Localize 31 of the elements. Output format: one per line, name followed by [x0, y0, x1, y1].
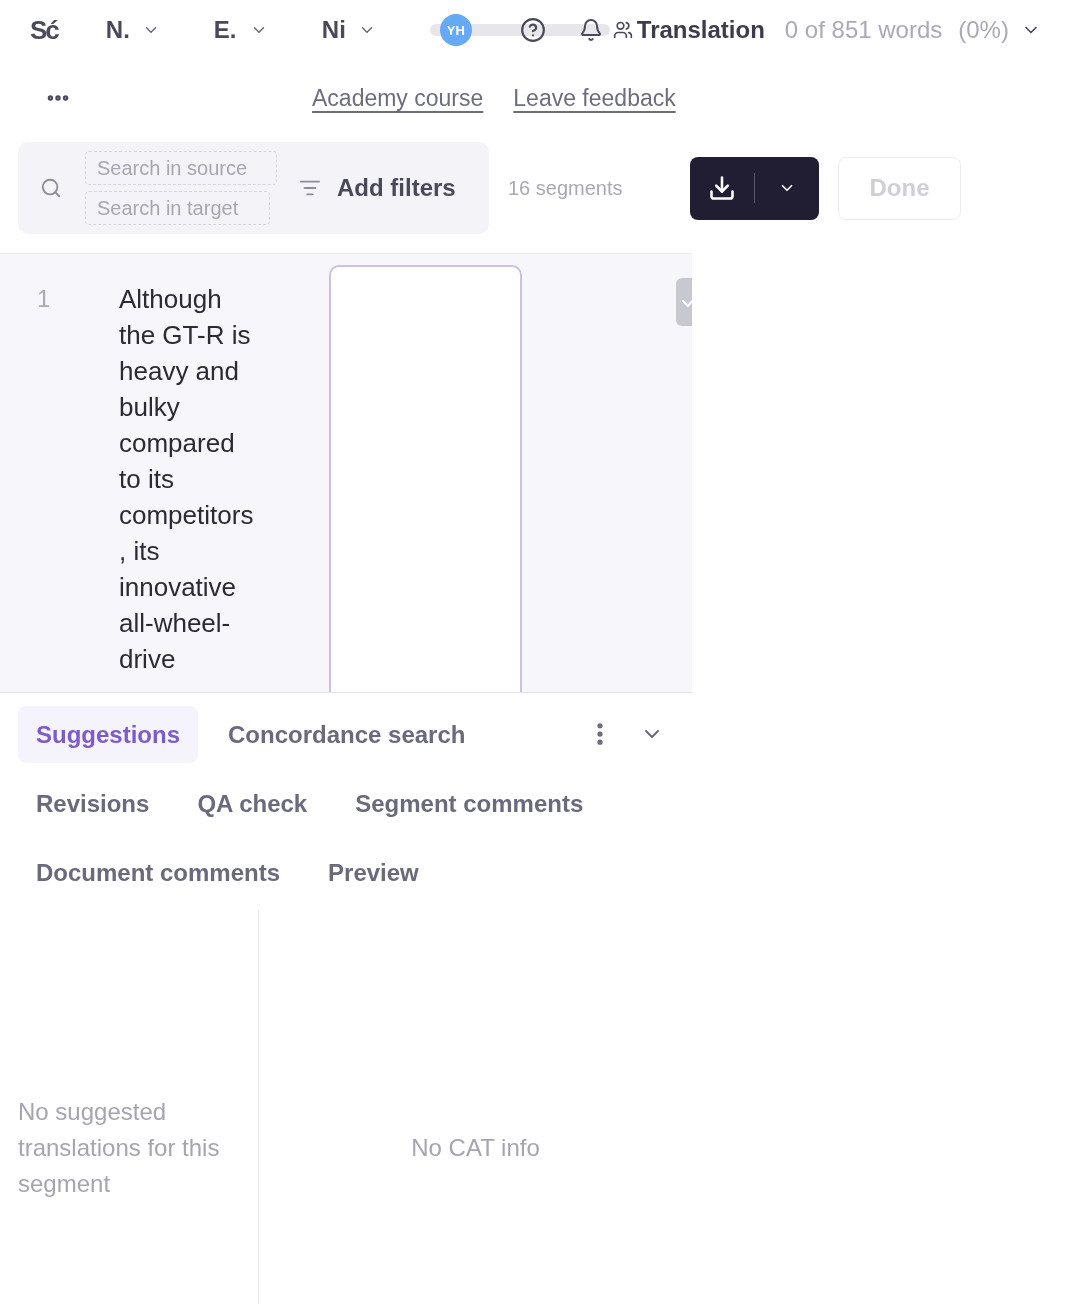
translation-input-field[interactable]	[329, 265, 522, 692]
panel-tab[interactable]: Preview	[310, 844, 437, 901]
bell-icon[interactable]	[578, 18, 603, 42]
panel-tab[interactable]: Segment comments	[337, 775, 602, 832]
panel-tab[interactable]: Suggestions	[18, 706, 198, 763]
dropdown-button[interactable]: N.	[105, 15, 160, 45]
people-icon[interactable]	[612, 20, 633, 40]
check-icon	[682, 297, 692, 307]
dropdown-button[interactable]: Ni	[321, 15, 376, 45]
dropdown-button[interactable]: E.	[213, 15, 268, 45]
panel-tab[interactable]: Document comments	[18, 844, 299, 901]
download-icon	[708, 174, 736, 202]
empty-suggestions-message: No suggested translations for this segment	[18, 1097, 221, 1199]
link[interactable]: Academy course	[312, 84, 484, 112]
link[interactable]: Leave feedback	[513, 84, 676, 112]
search-field[interactable]: Search in source	[85, 151, 277, 185]
percent-text: (0%)	[958, 15, 1009, 45]
panel-tab[interactable]: Revisions	[18, 775, 168, 832]
segment-number: 1	[37, 285, 51, 312]
logo[interactable]: Sć	[30, 15, 58, 45]
panel-tab[interactable]: QA check	[179, 775, 326, 832]
panel-tab[interactable]: Concordance search	[210, 706, 484, 763]
help-icon[interactable]	[519, 17, 546, 43]
stage-title: Translation	[636, 15, 765, 45]
empty-cat-info-message: No CAT info	[411, 1133, 540, 1163]
source-text: Although the GT-R is heavy and bulky compared to its competitors , its innovative all-wheel-drive	[119, 283, 255, 676]
word-count-text: 0 of 851 words	[784, 15, 943, 45]
search-field[interactable]: Search in target	[85, 191, 270, 225]
segment-count: 16 segments	[508, 176, 624, 200]
search-icon	[40, 177, 62, 199]
add-filters-button[interactable]: Add filters	[299, 174, 456, 202]
